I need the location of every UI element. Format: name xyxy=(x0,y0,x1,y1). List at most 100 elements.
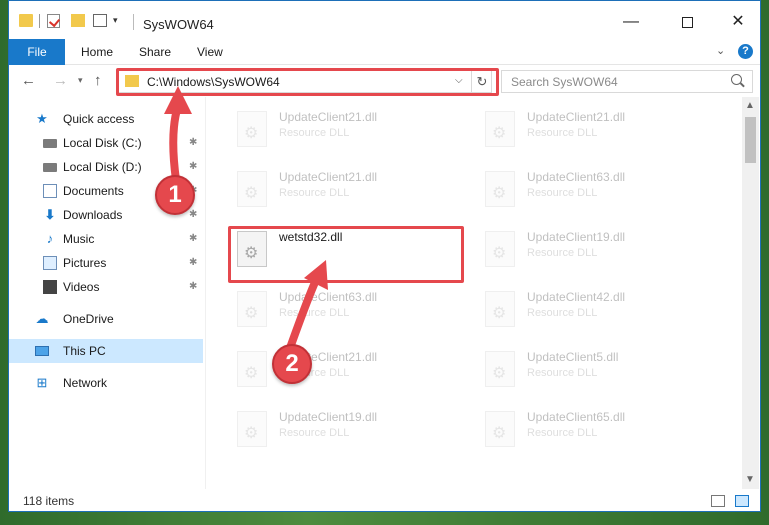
dll-file-icon xyxy=(237,291,267,327)
sidebar-item-label: This PC xyxy=(63,344,106,358)
file-name: UpdateClient63.dll xyxy=(527,170,626,184)
star-icon: ★ xyxy=(36,111,48,126)
help-icon[interactable]: ? xyxy=(738,44,753,59)
file-name: UpdateClient5.dll xyxy=(527,350,619,364)
file-name: UpdateClient21.dll xyxy=(279,170,378,184)
sidebar-item-label: Network xyxy=(63,376,108,390)
navigation-bar: ← → ▾ ↑ C:\Windows\SysWOW64 ⌵ ↻ Search S… xyxy=(9,65,760,97)
file-item[interactable]: UpdateClient5.dll Resource DLL xyxy=(477,341,717,397)
file-name: UpdateClient19.dll xyxy=(527,230,626,244)
file-item[interactable]: UpdateClient21.dll Resource DLL xyxy=(477,101,717,157)
chevron-down-icon[interactable]: ⌄ xyxy=(716,44,725,57)
step-2-badge: 2 xyxy=(272,344,312,384)
sidebar-item-pictures[interactable]: Pictures ✱ xyxy=(9,251,203,275)
file-item[interactable]: UpdateClient21.dll Resource DLL xyxy=(229,101,469,157)
folder-icon xyxy=(19,14,33,27)
file-item[interactable]: UpdateClient65.dll Resource DLL xyxy=(477,401,717,457)
sidebar-item-label: Videos xyxy=(63,280,100,294)
sidebar-item-onedrive[interactable]: ☁ OneDrive xyxy=(9,307,203,331)
search-icon[interactable] xyxy=(731,74,742,85)
dll-file-icon xyxy=(237,351,267,387)
dll-file-icon xyxy=(485,351,515,387)
pin-icon[interactable]: ✱ xyxy=(189,209,197,220)
download-icon: ⬇ xyxy=(44,207,56,222)
file-type: Resource DLL xyxy=(527,307,598,319)
music-icon: ♪ xyxy=(46,231,54,246)
sidebar-item-music[interactable]: ♪ Music ✱ xyxy=(9,227,203,251)
close-button[interactable]: ✕ xyxy=(715,9,760,39)
tiles-view-icon[interactable] xyxy=(735,495,749,507)
file-name: UpdateClient63.dll xyxy=(279,290,378,304)
sidebar-item-label: Documents xyxy=(63,184,124,198)
computer-icon xyxy=(35,346,49,356)
up-button[interactable]: ↑ xyxy=(94,72,102,89)
tab-file[interactable]: File xyxy=(9,39,65,65)
pictures-icon xyxy=(43,256,57,270)
sidebar-item-quick-access[interactable]: ★ Quick access xyxy=(9,107,203,131)
drive-icon xyxy=(43,163,57,172)
maximize-button[interactable] xyxy=(664,9,710,39)
forward-button[interactable]: → xyxy=(53,72,68,89)
sidebar-item-label: Music xyxy=(63,232,95,246)
recent-locations-button[interactable]: ▾ xyxy=(78,75,83,86)
sidebar-item-local-disk-c[interactable]: Local Disk (C:) ✱ xyxy=(9,131,203,155)
tab-view[interactable]: View xyxy=(197,39,223,65)
documents-icon xyxy=(43,184,57,198)
file-list: UpdateClient21.dll Resource DLL UpdateCl… xyxy=(207,97,742,489)
dll-file-icon xyxy=(485,411,515,447)
file-item[interactable]: UpdateClient19.dll Resource DLL xyxy=(477,221,717,277)
file-item[interactable]: UpdateClient42.dll Resource DLL xyxy=(477,281,717,337)
pin-icon[interactable]: ✱ xyxy=(189,137,197,148)
new-folder-icon[interactable] xyxy=(71,14,85,27)
sidebar-item-label: Pictures xyxy=(63,256,107,270)
minimize-button[interactable]: — xyxy=(608,9,654,39)
sidebar-item-label: Local Disk (C:) xyxy=(63,136,142,150)
pin-icon[interactable]: ✱ xyxy=(189,257,197,268)
tab-home[interactable]: Home xyxy=(81,39,113,65)
file-item[interactable]: UpdateClient21.dll Resource DLL xyxy=(229,161,469,217)
sidebar-item-this-pc[interactable]: This PC xyxy=(9,339,203,363)
sidebar-item-label: OneDrive xyxy=(63,312,114,326)
sidebar-item-network[interactable]: ⊞ Network xyxy=(9,371,203,395)
dll-file-icon xyxy=(485,111,515,147)
maximize-icon xyxy=(681,17,693,28)
file-name: UpdateClient19.dll xyxy=(279,410,378,424)
file-type: Resource DLL xyxy=(279,127,350,139)
details-view-icon[interactable] xyxy=(711,495,725,507)
file-name: UpdateClient65.dll xyxy=(527,410,626,424)
customize-dropdown-icon[interactable]: ▾ xyxy=(113,15,118,31)
vertical-scrollbar[interactable]: ▲ ▼ xyxy=(742,97,759,489)
search-input[interactable]: Search SysWOW64 xyxy=(501,70,753,93)
dll-file-icon xyxy=(485,231,515,267)
file-type: Resource DLL xyxy=(527,427,598,439)
sidebar-item-videos[interactable]: Videos ✱ xyxy=(9,275,203,299)
file-type: Resource DLL xyxy=(527,127,598,139)
dll-file-icon xyxy=(237,171,267,207)
window-title: SysWOW64 xyxy=(143,17,214,32)
back-button[interactable]: ← xyxy=(21,72,36,89)
file-type: Resource DLL xyxy=(279,187,350,199)
customize-toolbar-icon[interactable] xyxy=(93,14,107,27)
dll-file-icon xyxy=(485,291,515,327)
title-bar: ▾ SysWOW64 — ✕ xyxy=(9,1,760,39)
scroll-down-icon[interactable]: ▼ xyxy=(745,474,755,485)
file-item[interactable]: UpdateClient63.dll Resource DLL xyxy=(477,161,717,217)
item-count: 118 items xyxy=(23,494,75,508)
pin-icon[interactable]: ✱ xyxy=(189,281,197,292)
address-highlight-box xyxy=(116,68,499,96)
sidebar-item-label: Downloads xyxy=(63,208,123,222)
tab-share[interactable]: Share xyxy=(139,39,171,65)
pin-icon[interactable]: ✱ xyxy=(189,161,197,172)
pin-icon[interactable]: ✱ xyxy=(189,233,197,244)
network-icon: ⊞ xyxy=(36,375,48,390)
file-item[interactable]: UpdateClient21.dll Resource DLL xyxy=(229,341,469,397)
sidebar-item-label: Quick access xyxy=(63,112,135,126)
file-name: UpdateClient42.dll xyxy=(527,290,626,304)
file-type: Resource DLL xyxy=(279,427,350,439)
scroll-thumb[interactable] xyxy=(745,117,756,163)
file-item[interactable]: UpdateClient63.dll Resource DLL xyxy=(229,281,469,337)
properties-check-icon[interactable] xyxy=(47,14,60,28)
dll-file-icon xyxy=(237,411,267,447)
file-item[interactable]: UpdateClient19.dll Resource DLL xyxy=(229,401,469,457)
scroll-up-icon[interactable]: ▲ xyxy=(745,100,755,111)
